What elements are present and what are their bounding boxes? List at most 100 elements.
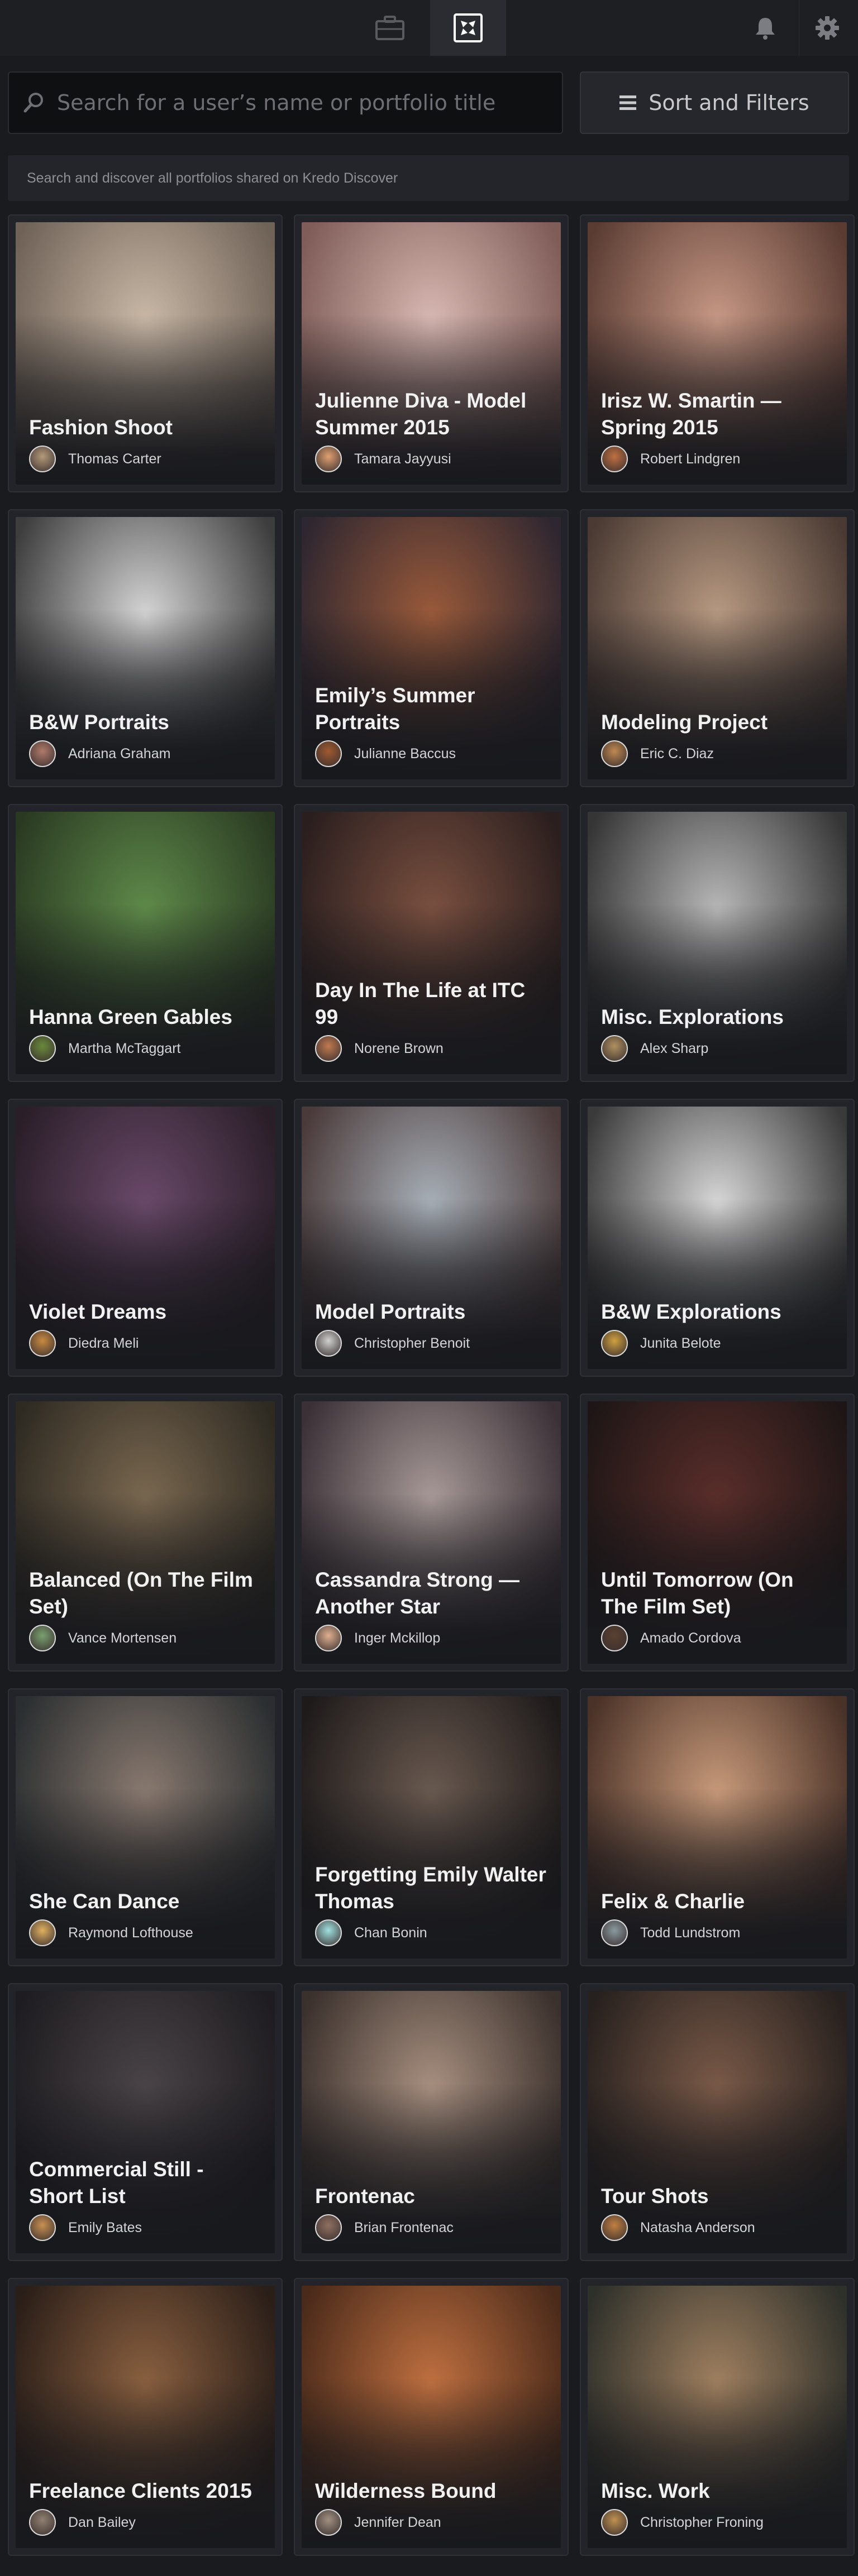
bell-icon: [756, 18, 775, 40]
portfolio-author[interactable]: Robert Lindgren: [601, 446, 740, 472]
discover-icon: [454, 13, 483, 42]
avatar: [29, 740, 56, 767]
author-name: Eric C. Diaz: [640, 745, 714, 762]
sort-and-filters-button[interactable]: Sort and Filters: [580, 71, 849, 134]
portfolio-author[interactable]: Julianne Baccus: [315, 740, 456, 767]
portfolio-author[interactable]: Christopher Benoit: [315, 1330, 470, 1357]
portfolio-card[interactable]: Hanna Green Gables Martha McTaggart: [8, 804, 283, 1082]
portfolio-card[interactable]: Irisz W. Smartin — Spring 2015 Robert Lin…: [580, 214, 855, 492]
portfolio-card[interactable]: Misc. Explorations Alex Sharp: [580, 804, 855, 1082]
portfolio-card[interactable]: Modeling Project Eric C. Diaz: [580, 509, 855, 787]
portfolio-cover-image: She Can Dance Raymond Lofthouse: [16, 1696, 275, 1959]
portfolio-title: Violet Dreams: [29, 1300, 167, 1323]
portfolio-author[interactable]: Christopher Froning: [601, 2509, 764, 2536]
portfolio-card[interactable]: Frontenac Brian Frontenac: [294, 1983, 569, 2261]
tab-discover[interactable]: [430, 0, 506, 56]
portfolio-card[interactable]: Violet Dreams Diedra Meli: [8, 1099, 283, 1377]
portfolio-card[interactable]: Freelance Clients 2015 Dan Bailey: [8, 2278, 283, 2556]
portfolio-title: Modeling Project: [601, 711, 768, 734]
portfolio-card[interactable]: Misc. Work Christopher Froning: [580, 2278, 855, 2556]
briefcase-icon: [375, 16, 404, 40]
notifications-button[interactable]: [737, 0, 793, 56]
tab-portfolios[interactable]: [352, 0, 428, 56]
portfolio-author[interactable]: Amado Cordova: [601, 1625, 741, 1651]
portfolio-author[interactable]: Natasha Anderson: [601, 2214, 755, 2241]
avatar: [601, 446, 628, 472]
portfolio-title: Model Portraits: [315, 1300, 466, 1323]
author-name: Amado Cordova: [640, 1630, 741, 1646]
avatar: [29, 1919, 56, 1946]
portfolio-card[interactable]: Emily’s Summer Portraits Julianne Baccus: [294, 509, 569, 787]
portfolio-card[interactable]: Felix & Charlie Todd Lundstrom: [580, 1688, 855, 1966]
avatar: [601, 1035, 628, 1062]
portfolio-author[interactable]: Brian Frontenac: [315, 2214, 454, 2241]
portfolio-cover-image: Balanced (On The Film Set) Vance Mortense…: [16, 1401, 275, 1664]
portfolio-author[interactable]: Junita Belote: [601, 1330, 721, 1357]
portfolio-cover-image: Felix & Charlie Todd Lundstrom: [588, 1696, 847, 1959]
portfolio-author[interactable]: Diedra Meli: [29, 1330, 139, 1357]
author-name: Martha McTaggart: [68, 1040, 181, 1056]
portfolio-cover-image: B&W Explorations Junita Belote: [588, 1107, 847, 1369]
portfolio-title: Frontenac: [315, 2185, 415, 2208]
author-name: Christopher Benoit: [354, 1335, 470, 1351]
portfolio-author[interactable]: Alex Sharp: [601, 1035, 708, 1062]
avatar: [315, 1625, 342, 1651]
settings-button[interactable]: [799, 0, 855, 56]
portfolio-cover-image: Irisz W. Smartin — Spring 2015 Robert Lin…: [588, 222, 847, 485]
portfolio-card[interactable]: Forgetting Emily Walter Thomas Chan Bonin: [294, 1688, 569, 1966]
portfolio-title: Cassandra Strong — Another Star: [315, 1568, 519, 1618]
portfolio-title: Balanced (On The Film Set): [29, 1568, 253, 1618]
author-name: Alex Sharp: [640, 1040, 709, 1056]
portfolio-card[interactable]: Julienne Diva - Model Summer 2015 Tamara …: [294, 214, 569, 492]
author-name: Diedra Meli: [68, 1335, 139, 1351]
portfolio-card[interactable]: Tour Shots Natasha Anderson: [580, 1983, 855, 2261]
search-input[interactable]: Search for a user’s name or portfolio ti…: [8, 71, 563, 134]
author-name: Emily Bates: [68, 2219, 142, 2235]
portfolio-card[interactable]: Balanced (On The Film Set) Vance Mortense…: [8, 1394, 283, 1672]
portfolio-title: Felix & Charlie: [601, 1890, 745, 1913]
portfolio-card[interactable]: Wilderness Bound Jennifer Dean: [294, 2278, 569, 2556]
portfolio-author[interactable]: Raymond Lofthouse: [29, 1919, 193, 1946]
avatar: [29, 1330, 56, 1357]
portfolio-author[interactable]: Eric C. Diaz: [601, 740, 714, 767]
avatar: [29, 2509, 56, 2536]
portfolio-author[interactable]: Inger Mckillop: [315, 1625, 440, 1651]
avatar: [315, 2214, 342, 2241]
author-name: Junita Belote: [640, 1335, 721, 1351]
portfolio-card[interactable]: Fashion Shoot Thomas Carter: [8, 214, 283, 492]
portfolio-author[interactable]: Chan Bonin: [315, 1919, 427, 1946]
portfolio-card[interactable]: Model Portraits Christopher Benoit: [294, 1099, 569, 1377]
author-name: Raymond Lofthouse: [68, 1924, 193, 1941]
avatar: [315, 2509, 342, 2536]
avatar: [601, 2509, 628, 2536]
avatar: [601, 1625, 628, 1651]
top-bar: [0, 0, 858, 56]
portfolio-title: Fashion Shoot: [29, 416, 173, 439]
portfolio-title: Forgetting Emily Walter Thomas: [315, 1863, 546, 1913]
portfolio-author[interactable]: Jennifer Dean: [315, 2509, 441, 2536]
portfolio-author[interactable]: Martha McTaggart: [29, 1035, 180, 1062]
portfolio-author[interactable]: Dan Bailey: [29, 2509, 136, 2536]
portfolio-card[interactable]: Day In The Life at ITC 99 Norene Brown: [294, 804, 569, 1082]
portfolio-cover-image: Frontenac Brian Frontenac: [302, 1991, 561, 2253]
portfolio-author[interactable]: Norene Brown: [315, 1035, 444, 1062]
portfolio-card[interactable]: B&W Explorations Junita Belote: [580, 1099, 855, 1377]
portfolio-card[interactable]: She Can Dance Raymond Lofthouse: [8, 1688, 283, 1966]
portfolio-author[interactable]: Vance Mortensen: [29, 1625, 177, 1651]
portfolio-title: Wilderness Bound: [315, 2479, 497, 2502]
portfolio-card[interactable]: B&W Portraits Adriana Graham: [8, 509, 283, 787]
portfolio-author[interactable]: Tamara Jayyusi: [315, 446, 451, 472]
portfolio-author[interactable]: Todd Lundstrom: [601, 1919, 740, 1946]
portfolio-title: Commercial Still - Short List: [29, 2158, 204, 2208]
avatar: [315, 740, 342, 767]
portfolio-card[interactable]: Until Tomorrow (On The Film Set) Amado Co…: [580, 1394, 855, 1672]
portfolio-cover-image: Julienne Diva - Model Summer 2015 Tamara …: [302, 222, 561, 485]
portfolio-cover-image: Violet Dreams Diedra Meli: [16, 1107, 275, 1369]
search-placeholder: Search for a user’s name or portfolio ti…: [57, 90, 496, 115]
portfolio-author[interactable]: Emily Bates: [29, 2214, 142, 2241]
portfolio-title: Freelance Clients 2015: [29, 2479, 252, 2502]
portfolio-author[interactable]: Thomas Carter: [29, 446, 161, 472]
portfolio-card[interactable]: Cassandra Strong — Another Star Inger Mck…: [294, 1394, 569, 1672]
portfolio-author[interactable]: Adriana Graham: [29, 740, 170, 767]
portfolio-card[interactable]: Commercial Still - Short List Emily Bates: [8, 1983, 283, 2261]
